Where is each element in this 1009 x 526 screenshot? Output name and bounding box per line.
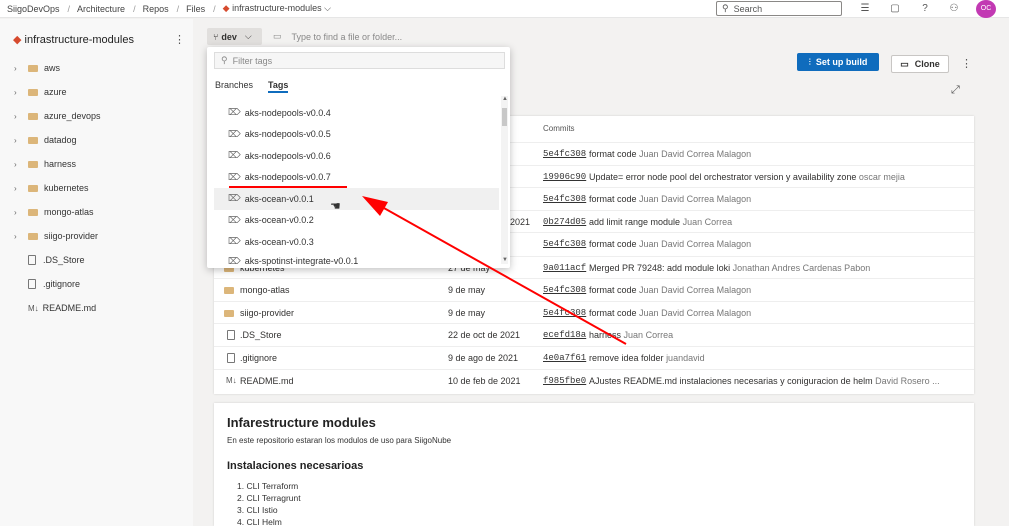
hand-cursor-icon: ☚	[330, 199, 341, 213]
annotation-arrow-line	[374, 202, 627, 345]
annotation-arrowhead	[362, 196, 388, 216]
annotation-overlay: ☚	[229, 186, 627, 345]
